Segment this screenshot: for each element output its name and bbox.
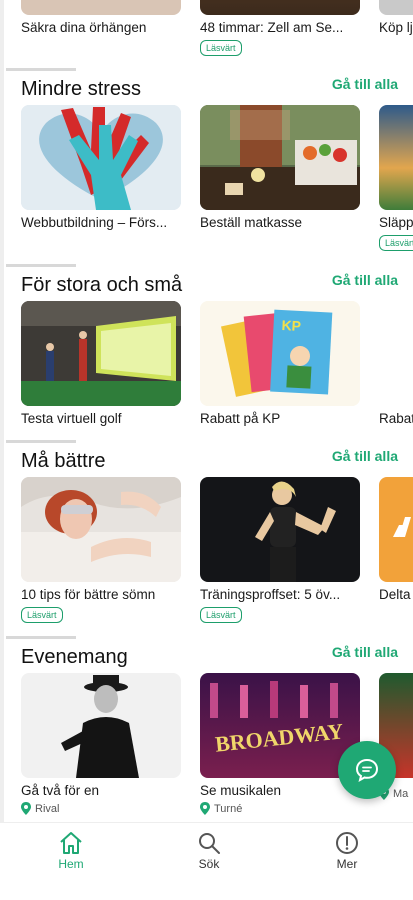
card[interactable]: Köp lj xyxy=(379,0,413,35)
bottom-navigation: Hem Sök Mer xyxy=(0,822,413,900)
card-image xyxy=(21,0,181,15)
card-title: Gå två för en xyxy=(21,783,100,798)
kp-magazine-image: KP xyxy=(200,301,360,406)
location-pin-icon xyxy=(21,802,31,815)
card[interactable]: 48 timmar: Zell am Se... Läsvärt xyxy=(200,0,360,56)
search-icon xyxy=(199,833,220,854)
kp-logo-text: KP xyxy=(281,317,301,334)
nav-label: Mer xyxy=(336,857,358,871)
section-divider xyxy=(6,440,76,443)
nav-item-home[interactable]: Hem xyxy=(31,831,111,871)
heart-hands-image xyxy=(21,105,181,210)
section-title: Må bättre xyxy=(21,450,106,472)
nav-item-more[interactable]: Mer xyxy=(307,831,387,871)
card-title: Säkra dina örhängen xyxy=(21,20,147,35)
card-title: Delta xyxy=(379,587,411,602)
badge: Läsvärt xyxy=(200,40,242,56)
food-box-image xyxy=(200,105,360,210)
card-title: Webbutbildning – Förs... xyxy=(21,215,168,230)
card[interactable]: Släpp Läsvärt xyxy=(379,105,413,251)
home-icon xyxy=(60,832,82,854)
top-row: Säkra dina örhängen 48 timmar: Zell am S… xyxy=(0,0,413,62)
card[interactable]: Säkra dina örhängen xyxy=(21,0,181,35)
card-image xyxy=(379,0,413,15)
broadway-poster-image: BROADWAY xyxy=(200,673,360,778)
card-image xyxy=(379,477,413,582)
card-image xyxy=(200,105,360,210)
card[interactable]: BROADWAY Se musikalen Turné xyxy=(200,673,360,815)
card-title: 10 tips för bättre sömn xyxy=(21,587,156,602)
card-image: BROADWAY xyxy=(200,673,360,778)
card-image xyxy=(21,673,181,778)
badge: Läsvärt xyxy=(21,607,63,623)
section-title: För stora och små xyxy=(21,274,183,296)
card-image xyxy=(200,477,360,582)
section-title: Mindre stress xyxy=(21,78,142,100)
feed-scroll-area[interactable]: Säkra dina örhängen 48 timmar: Zell am S… xyxy=(0,0,413,822)
chat-button[interactable] xyxy=(338,741,396,799)
see-all-link[interactable]: Gå till alla xyxy=(332,448,398,464)
trainer-image xyxy=(200,477,360,582)
adidas-logo-icon xyxy=(393,517,411,537)
card-title: 48 timmar: Zell am Se... xyxy=(200,20,344,35)
card-title: Släpp xyxy=(379,215,413,230)
card[interactable]: Webbutbildning – Förs... xyxy=(21,105,181,230)
card-title: Se musikalen xyxy=(200,783,282,798)
chat-icon xyxy=(355,758,379,782)
card-image xyxy=(21,105,181,210)
location-label: Rival xyxy=(35,802,60,815)
card-title: Köp lj xyxy=(379,20,413,35)
card-title: Testa virtuell golf xyxy=(21,411,122,426)
see-all-link[interactable]: Gå till alla xyxy=(332,644,398,660)
card-image: KP xyxy=(200,301,360,406)
location-label: Ma xyxy=(393,787,409,800)
card-image xyxy=(21,301,181,406)
golf-simulator-image xyxy=(21,301,181,406)
card-title: Rabatt på KP xyxy=(200,411,281,426)
card-title: Beställ matkasse xyxy=(200,215,303,230)
card-image xyxy=(379,301,413,406)
card-image xyxy=(21,477,181,582)
nav-label: Hem xyxy=(58,857,84,871)
card-title: Träningsproffset: 5 öv... xyxy=(200,587,341,602)
card[interactable]: Beställ matkasse xyxy=(200,105,360,230)
location-label: Turné xyxy=(214,802,243,815)
location: Turné xyxy=(200,802,360,815)
section-divider xyxy=(6,68,76,71)
nav-label: Sök xyxy=(198,857,220,871)
performer-photo-image xyxy=(21,673,181,778)
section-divider xyxy=(6,636,76,639)
sleeping-woman-image xyxy=(21,477,181,582)
location: Rival xyxy=(21,802,181,815)
badge: Läsvärt xyxy=(379,235,413,251)
section-divider xyxy=(6,264,76,267)
card[interactable]: 10 tips för bättre sömn Läsvärt xyxy=(21,477,181,623)
card[interactable]: Gå två för en Rival xyxy=(21,673,181,815)
badge: Läsvärt xyxy=(200,607,242,623)
location-pin-icon xyxy=(200,802,210,815)
card-image xyxy=(200,0,360,15)
card[interactable]: KP Rabatt på KP xyxy=(200,301,360,426)
card-title: Rabat xyxy=(379,411,413,426)
card[interactable]: Rabat xyxy=(379,301,413,426)
card-image xyxy=(379,105,413,210)
card[interactable]: Testa virtuell golf xyxy=(21,301,181,426)
card[interactable]: Träningsproffset: 5 öv... Läsvärt xyxy=(200,477,360,623)
see-all-link[interactable]: Gå till alla xyxy=(332,76,398,92)
nav-item-search[interactable]: Sök xyxy=(169,831,249,871)
see-all-link[interactable]: Gå till alla xyxy=(332,272,398,288)
info-icon xyxy=(336,832,358,854)
section-title: Evenemang xyxy=(21,646,128,668)
card[interactable]: Delta xyxy=(379,477,413,602)
